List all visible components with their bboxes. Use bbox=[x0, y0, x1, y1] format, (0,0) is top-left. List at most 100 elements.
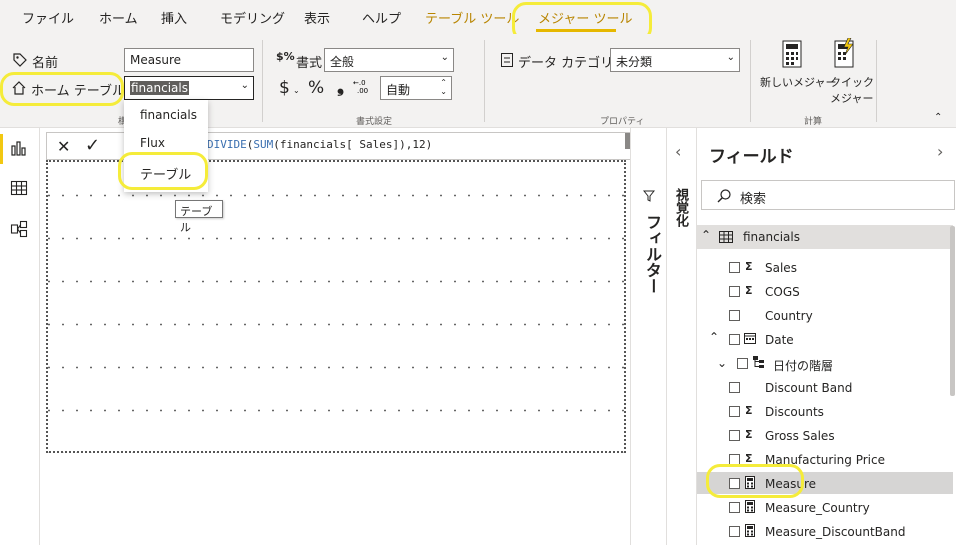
calendar-icon bbox=[744, 332, 756, 347]
divider bbox=[750, 40, 751, 122]
fields-scrollbar[interactable] bbox=[950, 226, 955, 396]
chevron-up-icon[interactable]: ⌃ bbox=[709, 330, 719, 344]
calculations-group-title: 計算 bbox=[804, 117, 823, 127]
chevron-down-icon: ⌄ bbox=[440, 52, 449, 63]
expand-visualizations-icon[interactable]: ‹ bbox=[675, 142, 681, 161]
fields-search-input[interactable]: 検索 bbox=[701, 180, 955, 210]
field-name: Discount Band bbox=[765, 381, 853, 395]
tab-table-tools[interactable]: テーブル ツール bbox=[425, 8, 519, 27]
visualizations-label[interactable]: 視覚化 bbox=[671, 188, 690, 227]
field-name: Discounts bbox=[765, 405, 824, 419]
quick-measure-label-2[interactable]: メジャー bbox=[830, 90, 873, 106]
field-name: Measure_Country bbox=[765, 501, 870, 515]
search-icon bbox=[716, 188, 732, 207]
field-checkbox[interactable] bbox=[729, 310, 740, 321]
chevron-down-icon[interactable]: ⌄ bbox=[717, 356, 727, 370]
tab-file[interactable]: ファイル bbox=[22, 8, 74, 27]
currency-button[interactable]: $ bbox=[279, 78, 290, 98]
comma-button[interactable]: ❟ bbox=[337, 76, 344, 97]
tab-insert[interactable]: 挿入 bbox=[161, 8, 187, 27]
commit-formula-button[interactable]: ✓ bbox=[85, 135, 100, 156]
highlight-annotation bbox=[706, 464, 804, 498]
field-checkbox[interactable] bbox=[729, 406, 740, 417]
new-measure-button[interactable]: 新しいメジャー bbox=[760, 74, 836, 90]
menu-bar: ファイル ホーム 挿入 モデリング 表示 ヘルプ テーブル ツール メジャー ツ… bbox=[0, 0, 956, 34]
field-checkbox[interactable] bbox=[729, 526, 740, 537]
table-name: financials bbox=[743, 230, 800, 244]
chevron-down-icon[interactable]: ⌄ bbox=[293, 86, 300, 95]
field-row-sales[interactable]: Σ Sales bbox=[697, 256, 953, 278]
field-row-country[interactable]: Country bbox=[697, 304, 953, 326]
spinner-icon[interactable]: ⌃ ⌄ bbox=[440, 78, 447, 96]
table-node-financials[interactable]: ⌃ financials bbox=[697, 225, 953, 249]
left-rail bbox=[0, 128, 40, 545]
data-category-label: データ カテゴリ bbox=[518, 56, 614, 71]
formula-input[interactable]: DIVIDE(SUM(financials[ Sales]),12) bbox=[207, 138, 432, 151]
dropdown-item-financials[interactable]: financials bbox=[140, 108, 197, 122]
new-measure-icon[interactable] bbox=[782, 40, 802, 71]
field-row-date[interactable]: ⌃ Date bbox=[697, 328, 953, 350]
field-checkbox[interactable] bbox=[729, 334, 740, 345]
report-view-icon[interactable] bbox=[10, 140, 28, 159]
home-table-select[interactable]: financials ⌄ bbox=[124, 76, 254, 100]
field-checkbox[interactable] bbox=[737, 358, 748, 369]
data-view-icon[interactable] bbox=[10, 180, 28, 199]
divider bbox=[876, 40, 877, 122]
name-input[interactable]: Measure bbox=[124, 48, 254, 72]
field-row-measure-country[interactable]: Measure_Country bbox=[697, 496, 953, 518]
decimal-places-input[interactable]: 自動 ⌃ ⌄ bbox=[380, 76, 452, 100]
tab-home[interactable]: ホーム bbox=[99, 8, 138, 27]
field-name: Gross Sales bbox=[765, 429, 835, 443]
tab-modeling[interactable]: モデリング bbox=[220, 8, 285, 27]
fields-title: フィールド bbox=[709, 147, 794, 167]
model-view-icon[interactable] bbox=[10, 220, 28, 241]
dropdown-item-flux[interactable]: Flux bbox=[140, 136, 165, 150]
tag-icon bbox=[12, 52, 28, 71]
report-canvas[interactable] bbox=[46, 160, 626, 453]
format-icon: $% bbox=[276, 50, 295, 63]
tooltip: テーブル bbox=[175, 200, 223, 234]
format-group-title: 書式設定 bbox=[356, 117, 393, 127]
percent-button[interactable]: % bbox=[308, 78, 324, 98]
field-checkbox[interactable] bbox=[729, 430, 740, 441]
highlight-annotation bbox=[0, 72, 124, 106]
field-row-cogs[interactable]: Σ COGS bbox=[697, 280, 953, 302]
data-category-icon bbox=[500, 52, 514, 71]
field-name: 日付の階層 bbox=[773, 359, 834, 373]
decimal-places-icon[interactable]: ←.0.00 bbox=[353, 78, 371, 97]
filter-icon[interactable] bbox=[642, 190, 656, 205]
quick-measure-icon[interactable] bbox=[832, 37, 856, 71]
collapse-ribbon-icon[interactable]: ⌃ bbox=[934, 112, 942, 123]
calculator-icon bbox=[745, 500, 755, 516]
collapse-fields-icon[interactable]: › bbox=[937, 142, 943, 161]
chevron-up-icon[interactable]: ⌃ bbox=[701, 228, 711, 242]
field-row-gross-sales[interactable]: Σ Gross Sales bbox=[697, 424, 953, 446]
field-checkbox[interactable] bbox=[729, 286, 740, 297]
field-checkbox[interactable] bbox=[729, 382, 740, 393]
field-row-discount-band[interactable]: Discount Band bbox=[697, 376, 953, 398]
decimal-places-value: 自動 bbox=[386, 83, 411, 97]
chevron-down-icon: ⌄ bbox=[726, 52, 735, 63]
field-row-discounts[interactable]: Σ Discounts bbox=[697, 400, 953, 422]
field-checkbox[interactable] bbox=[729, 262, 740, 273]
tab-help[interactable]: ヘルプ bbox=[362, 8, 401, 27]
format-value: 全般 bbox=[330, 55, 355, 69]
cancel-formula-button[interactable]: ✕ bbox=[57, 137, 70, 156]
svg-text:←.0: ←.0 bbox=[353, 79, 366, 87]
field-row-date-hierarchy[interactable]: ⌄ 日付の階層 bbox=[697, 352, 953, 374]
filters-label[interactable]: フィルター bbox=[640, 214, 664, 294]
filters-pane: フィルター bbox=[630, 128, 666, 545]
field-checkbox[interactable] bbox=[729, 502, 740, 513]
data-category-select[interactable]: 未分類 ⌄ bbox=[610, 48, 740, 72]
field-name: COGS bbox=[765, 285, 800, 299]
tab-view[interactable]: 表示 bbox=[304, 8, 330, 27]
format-select[interactable]: 全般 ⌄ bbox=[324, 48, 454, 72]
properties-group-title: プロパティ bbox=[600, 117, 645, 127]
field-row-measure-discountband[interactable]: Measure_DiscountBand bbox=[697, 520, 953, 542]
data-category-value: 未分類 bbox=[616, 55, 653, 69]
chevron-down-icon: ⌄ bbox=[240, 80, 249, 91]
search-placeholder: 検索 bbox=[740, 192, 767, 207]
highlight-annotation bbox=[118, 152, 208, 190]
field-name: Country bbox=[765, 309, 813, 323]
quick-measure-label-1[interactable]: クイック bbox=[830, 74, 874, 90]
